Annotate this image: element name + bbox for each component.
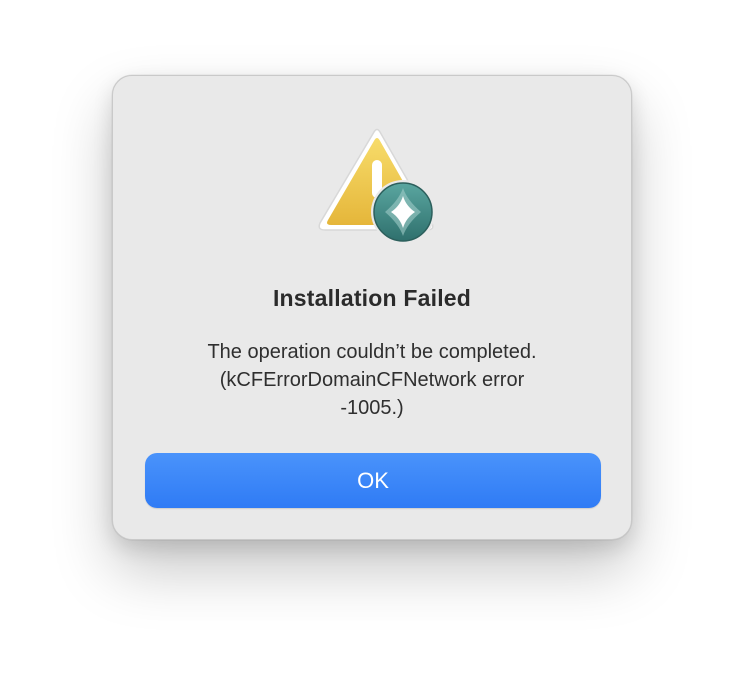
app-badge-icon xyxy=(371,180,435,244)
dialog-message: The operation couldn’t be completed. (kC… xyxy=(207,341,537,419)
alert-icon xyxy=(311,126,441,246)
ok-button[interactable]: OK xyxy=(145,453,601,508)
alert-dialog: Installation Failed The operation couldn… xyxy=(112,75,632,540)
screen: Installation Failed The operation couldn… xyxy=(0,0,744,688)
dialog-title: Installation Failed xyxy=(272,285,472,311)
warning-triangle-icon xyxy=(318,128,435,244)
